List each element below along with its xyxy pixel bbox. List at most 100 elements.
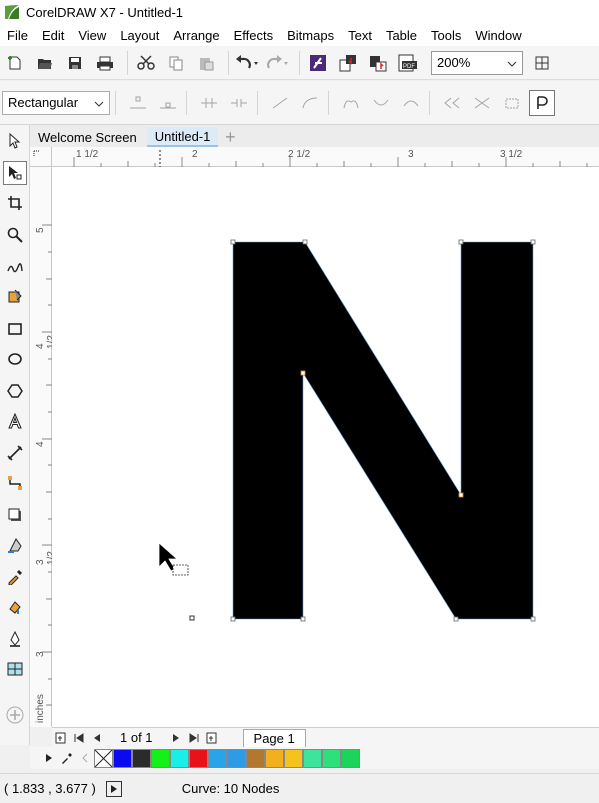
add-page-before-icon[interactable] <box>52 729 70 747</box>
connector-tool-icon[interactable] <box>3 471 27 495</box>
reverse-direction-icon[interactable] <box>439 90 465 116</box>
menu-effects[interactable]: Effects <box>227 28 281 43</box>
first-page-icon[interactable] <box>70 729 88 747</box>
add-tool-icon[interactable] <box>3 703 27 727</box>
previous-page-icon[interactable] <box>88 729 106 747</box>
color-swatch[interactable] <box>246 748 265 768</box>
freehand-tool-icon[interactable] <box>3 255 27 279</box>
open-icon[interactable] <box>32 50 58 76</box>
copy-icon[interactable] <box>163 50 189 76</box>
menu-bitmaps[interactable]: Bitmaps <box>280 28 341 43</box>
menu-edit[interactable]: Edit <box>35 28 71 43</box>
color-swatch[interactable] <box>322 748 341 768</box>
eyedropper-tool-icon[interactable] <box>3 565 27 589</box>
menu-text[interactable]: Text <box>341 28 379 43</box>
new-tab-plus-icon[interactable]: + <box>220 127 240 147</box>
color-swatch[interactable] <box>151 748 170 768</box>
color-swatch[interactable] <box>132 748 151 768</box>
text-tool-icon[interactable] <box>3 409 27 433</box>
ruler-origin-icon[interactable] <box>30 147 52 167</box>
toolbar-separator <box>429 90 430 115</box>
no-color-swatch[interactable] <box>94 748 113 768</box>
corel-connect-icon[interactable] <box>305 50 331 76</box>
toolbar-separator <box>115 90 116 115</box>
menu-table[interactable]: Table <box>379 28 424 43</box>
vertical-ruler[interactable]: 5 4 1/2 4 3 1/2 3 inches <box>30 167 57 727</box>
new-document-icon[interactable] <box>2 50 28 76</box>
convert-to-curve-icon[interactable] <box>297 90 323 116</box>
paste-icon[interactable] <box>193 50 219 76</box>
last-page-icon[interactable] <box>185 729 203 747</box>
shape-tool-icon[interactable] <box>3 161 27 185</box>
color-swatch[interactable] <box>284 748 303 768</box>
color-swatch[interactable] <box>341 748 360 768</box>
menu-window[interactable]: Window <box>468 28 528 43</box>
save-icon[interactable] <box>62 50 88 76</box>
add-page-after-icon[interactable] <box>203 729 221 747</box>
transparency-tool-icon[interactable] <box>3 533 27 557</box>
ellipse-tool-icon[interactable] <box>3 347 27 371</box>
status-expand-button[interactable] <box>105 780 122 797</box>
undo-icon[interactable] <box>234 50 260 76</box>
color-swatch[interactable] <box>303 748 322 768</box>
menu-tools[interactable]: Tools <box>424 28 468 43</box>
letter-n-curve[interactable] <box>232 241 534 620</box>
menu-file[interactable]: File <box>0 28 35 43</box>
eyedropper-icon[interactable] <box>58 749 76 767</box>
print-icon[interactable] <box>92 50 118 76</box>
pick-tool-icon[interactable] <box>3 129 27 153</box>
document-tab-bar: Welcome Screen Untitled-1 + <box>30 125 599 147</box>
redo-icon[interactable] <box>264 50 290 76</box>
color-swatch[interactable] <box>113 748 132 768</box>
join-nodes-icon[interactable] <box>196 90 222 116</box>
zoom-tool-icon[interactable] <box>3 223 27 247</box>
tab-welcome-screen[interactable]: Welcome Screen <box>30 127 145 147</box>
symmetrical-node-icon[interactable] <box>398 90 424 116</box>
palette-flyout-icon[interactable] <box>40 749 58 767</box>
status-bar: ( 1.833 , 3.677 ) Curve: 10 Nodes <box>0 773 599 803</box>
extract-subpath-icon[interactable] <box>469 90 495 116</box>
add-node-icon[interactable] <box>125 90 151 116</box>
color-swatch[interactable] <box>170 748 189 768</box>
menu-view[interactable]: View <box>71 28 113 43</box>
drawing-canvas[interactable] <box>52 167 599 727</box>
smooth-node-icon[interactable] <box>368 90 394 116</box>
zoom-level-value: 200% <box>437 55 471 70</box>
menu-layout[interactable]: Layout <box>113 28 166 43</box>
palette-scroll-left-icon[interactable] <box>76 749 94 767</box>
color-swatch[interactable] <box>265 748 284 768</box>
menu-bar: File Edit View Layout Arrange Effects Bi… <box>0 24 599 46</box>
crop-tool-icon[interactable] <box>3 191 27 215</box>
break-curve-icon[interactable] <box>226 90 252 116</box>
convert-to-line-icon[interactable] <box>267 90 293 116</box>
cusp-node-icon[interactable] <box>338 90 364 116</box>
page-count: 1 of 1 <box>120 730 153 745</box>
publish-pdf-icon[interactable]: PDF <box>395 50 421 76</box>
cut-icon[interactable] <box>133 50 159 76</box>
export-icon[interactable] <box>365 50 391 76</box>
next-page-icon[interactable] <box>167 729 185 747</box>
rectangle-tool-icon[interactable] <box>3 317 27 341</box>
drop-shadow-tool-icon[interactable] <box>3 503 27 527</box>
menu-arrange[interactable]: Arrange <box>166 28 226 43</box>
delete-node-icon[interactable] <box>155 90 181 116</box>
selection-mode-dropdown[interactable]: Rectangular <box>2 90 110 115</box>
tab-untitled-1[interactable]: Untitled-1 <box>146 127 219 147</box>
horizontal-ruler[interactable]: 1 1/2 2 2 1/2 3 3 1/2 <box>52 147 599 167</box>
polygon-tool-icon[interactable] <box>3 379 27 403</box>
stretch-nodes-icon[interactable] <box>499 90 525 116</box>
full-screen-preview-icon[interactable] <box>529 50 555 76</box>
interactive-fill-tool-icon[interactable] <box>3 595 27 619</box>
smart-fill-pen-icon[interactable] <box>3 627 27 651</box>
color-swatch[interactable] <box>189 748 208 768</box>
toolbar-separator <box>186 90 187 115</box>
color-swatch[interactable] <box>208 748 227 768</box>
dimension-tool-icon[interactable] <box>3 441 27 465</box>
mesh-fill-tool-icon[interactable] <box>3 657 27 681</box>
import-icon[interactable] <box>335 50 361 76</box>
color-swatch[interactable] <box>227 748 246 768</box>
elastic-mode-icon[interactable] <box>529 89 555 116</box>
smart-fill-tool-icon[interactable] <box>3 285 27 309</box>
zoom-level-dropdown[interactable]: 200% <box>431 50 523 75</box>
page-tab[interactable]: Page 1 <box>242 728 306 747</box>
